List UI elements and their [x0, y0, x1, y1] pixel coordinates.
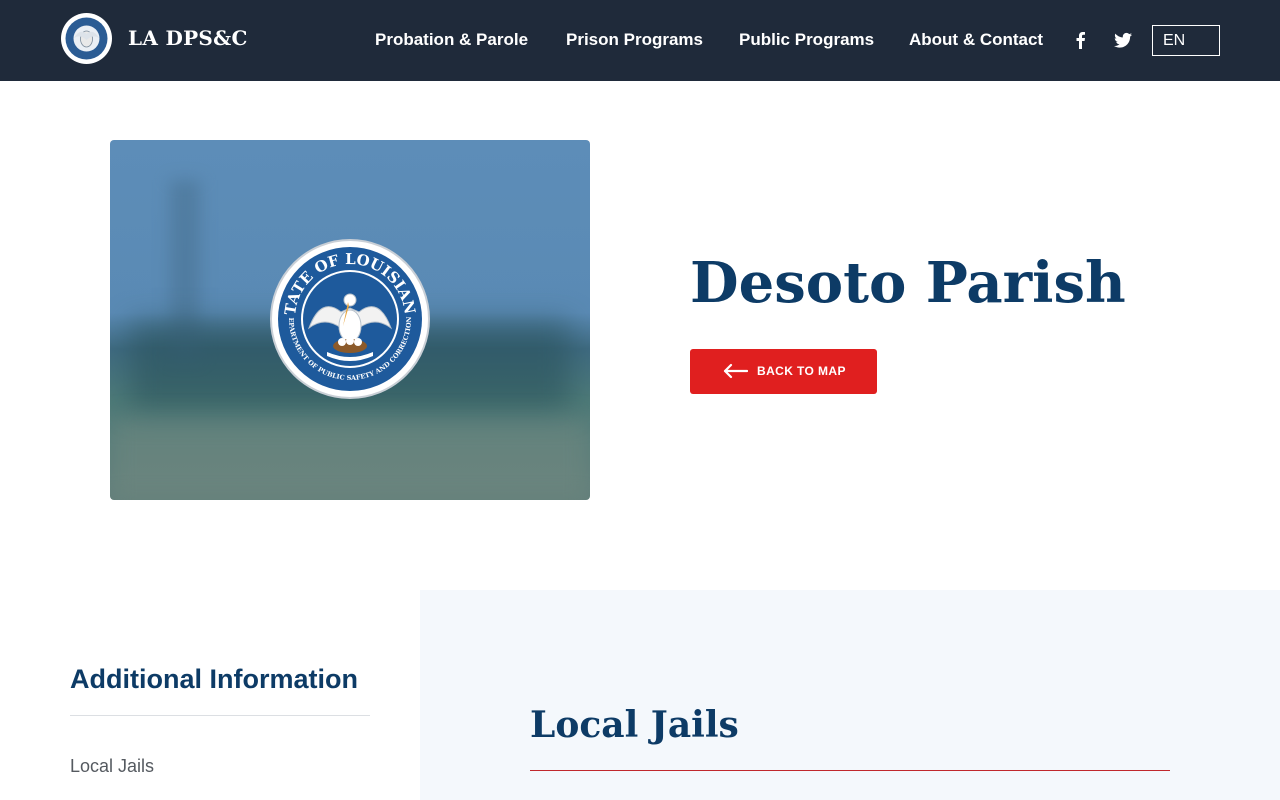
louisiana-state-seal: STATE OF LOUISIANA DEPARTMENT OF PUBLIC … [262, 224, 431, 400]
nav-public-programs[interactable]: Public Programs [739, 30, 874, 50]
sidebar-heading: Additional Information [70, 664, 358, 694]
facebook-icon[interactable] [1071, 30, 1091, 50]
blurred-ground [110, 420, 590, 500]
site-header: LA DPS&C Probation & Parole Prison Progr… [0, 0, 1280, 81]
language-selector[interactable]: EN [1152, 25, 1220, 56]
back-to-map-button[interactable]: BACK TO MAP [690, 349, 877, 394]
content-panel [420, 590, 1280, 800]
nav-about-contact[interactable]: About & Contact [909, 30, 1043, 50]
section-heading: Local Jails [530, 704, 739, 746]
back-to-map-label: BACK TO MAP [757, 364, 846, 378]
page-title: Desoto Parish [690, 250, 1126, 316]
nav-probation-parole[interactable]: Probation & Parole [375, 30, 528, 50]
twitter-icon[interactable] [1113, 30, 1133, 50]
nav-prison-programs[interactable]: Prison Programs [566, 30, 703, 50]
site-brand[interactable]: LA DPS&C [128, 26, 248, 50]
sidebar-divider [70, 715, 370, 716]
section-divider [530, 770, 1170, 771]
arrow-left-icon [722, 363, 749, 379]
parish-hero-image: STATE OF LOUISIANA DEPARTMENT OF PUBLIC … [110, 140, 590, 500]
sidebar-link-local-jails[interactable]: Local Jails [70, 756, 154, 777]
dpsc-seal-logo[interactable] [60, 12, 113, 65]
